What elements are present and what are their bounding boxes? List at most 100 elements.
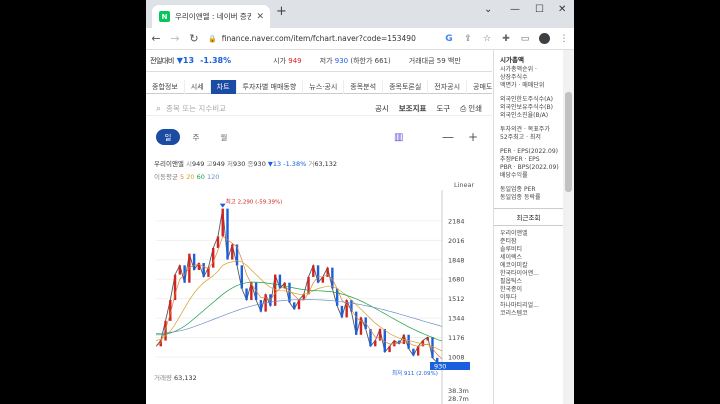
search-icon[interactable]: ⌕ [156,104,161,114]
candle [288,282,291,303]
market-cap-title: 시가총액 [500,56,524,64]
reload-icon[interactable]: ↻ [189,32,199,45]
y-tick-label: 1176 [448,334,465,342]
low-label: 저가 [319,56,333,65]
share-icon[interactable]: ⇪ [463,34,473,44]
price-chart[interactable]: 2184 2016 1848 1680 1512 1344 1176 1008 최고 2,290… [146,190,492,404]
new-tab-icon[interactable]: + [276,4,287,19]
recent-item[interactable]: 세이렉스 [500,254,563,262]
open-label: 시가 [273,56,287,65]
low-limit-note: (하한가 661) [350,56,391,65]
y-tick-label: 2016 [448,237,465,245]
ma20-label: 20 [186,173,195,181]
right-info-panel: 시가총액 시가총액순위 · 상장주식수 액면가 · 매매단위 외국인한도주식수(A)… [493,50,563,404]
page-content: 전일대비 ▼13 -1.38% 시가 949 저가 930 (하한가 661) … [146,50,574,404]
recent-item[interactable]: 필옵틱스 [500,278,563,286]
recent-item[interactable]: 한국타이어앤... [500,270,563,278]
print-icon[interactable]: ⎙ [460,104,466,114]
zoom-in-icon[interactable]: + [468,130,478,144]
candlestick-icon[interactable]: ▥ [394,132,403,143]
info-row: PER · EPS(2022.09) [500,148,559,155]
info-row: 동일업종 PER [500,186,536,193]
bookmark-icon[interactable]: ☆ [482,34,492,44]
tools-button[interactable]: 도구 [436,103,450,114]
close-tab-icon[interactable]: ✕ [256,12,264,22]
profile-avatar[interactable] [539,33,550,44]
info-row: 액면가 · 매매단위 [500,82,545,89]
minimize-icon[interactable]: — [510,4,520,15]
menu-icon[interactable]: ⋮ [559,34,569,44]
close-window-icon[interactable]: ✕ [558,4,566,15]
ohlc-info: 우리이앤엘 시949 고949 저930 종930 ▼13 -1.38% 거63… [154,158,337,168]
candle [283,282,286,289]
scrollbar[interactable] [563,50,574,404]
scale-selector[interactable]: Linear [454,181,474,189]
nav-tab[interactable]: 종목분석 [344,79,384,94]
recent-item[interactable]: 준티잠 [500,238,563,246]
volume-value: 63,132 [174,374,197,382]
address-bar[interactable]: 🔒 finance.naver.com/item/fchart.naver?co… [208,31,435,47]
recent-item[interactable]: 코리스템코 [500,310,563,318]
nav-tab[interactable]: 투자자별 매매동향 [237,79,304,94]
indicator-button[interactable]: 보조지표 [399,103,427,114]
info-row: 52주최고 · 최저 [500,134,541,141]
compare-search-input[interactable]: 종목 또는 지수비교 [166,103,375,114]
candle [226,208,229,260]
ma-line [156,281,443,342]
recent-list: 우리이앤엘 준티잠 솔루비티 세이렉스 에코이미칼 한국타이어앤... 필옵틱스 한국종이 이투… [494,230,563,318]
stock-summary: 전일대비 ▼13 -1.38% 시가 949 저가 930 (하한가 661) … [146,50,492,72]
candle [374,340,377,347]
candle [240,265,243,289]
scrollbar-thumb[interactable] [565,92,572,192]
candle [355,311,358,335]
volume-legend: 거래량 63,132 [154,372,197,382]
candle [407,334,410,349]
nav-tab[interactable]: 차트 [210,79,237,94]
browser-tab[interactable]: N 우리이앤엘 : 네이버 증권 ✕ [152,5,270,28]
info-row: 투자의견 · 목표주가 [500,126,550,133]
info-row: 추정PER · EPS [500,156,540,163]
recent-item[interactable]: 한국종이 [500,286,563,294]
recent-item[interactable]: 우리이앤엘 [500,230,563,238]
ma5-label: 5 [180,173,185,181]
extensions-icon[interactable]: ✚ [501,34,511,44]
nav-tab[interactable]: 전자공시 [428,79,468,94]
zoom-out-icon[interactable]: — [442,130,454,144]
nav-tab[interactable]: 뉴스·공시 [303,79,345,94]
maximize-icon[interactable]: ☐ [535,4,544,15]
recent-item[interactable]: 하나마티리얼... [500,302,563,310]
google-icon[interactable]: G [444,34,454,44]
sidepanel-icon[interactable]: ▭ [520,34,530,44]
nav-tab[interactable]: 종합정보 [146,79,185,94]
volume-tick-label: 38.3m [448,387,469,395]
nav-tab[interactable]: 시세 [185,79,211,94]
info-row: 외국인한도주식수(A) [500,96,553,103]
recent-item[interactable]: 이투다 [500,294,563,302]
nav-tab[interactable]: 종목토론실 [383,79,429,94]
back-icon[interactable]: ← [151,32,161,45]
candle [426,337,429,341]
low-value: 930 [334,56,349,65]
nav-tab[interactable]: 공매도현황 [467,80,492,94]
recent-item[interactable]: 에코이미칼 [500,262,563,270]
candle [388,346,391,353]
y-tick-label: 1680 [448,276,465,284]
chart-toolbar: ⌕ 종목 또는 지수비교 공시 보조지표 도구 ⎙ 인쇄 [146,102,492,116]
period-week-button[interactable]: 주 [184,129,208,145]
print-button[interactable]: 인쇄 [468,103,482,114]
turnover-label: 거래대금 [408,56,435,65]
market-cap-list: 시가총액순위 · 상장주식수 액면가 · 매매단위 [494,66,563,90]
recent-item[interactable]: 솔루비티 [500,246,563,254]
period-month-button[interactable]: 월 [212,129,236,145]
industry-list: 동일업종 PER 동일업종 등락률 [494,186,563,202]
period-day-button[interactable]: 일 [156,129,180,145]
disclosure-button[interactable]: 공시 [375,103,389,114]
forward-icon[interactable]: → [170,32,180,45]
candle [383,328,386,353]
info-row: 동일업종 등락률 [500,194,541,201]
candle [245,288,248,301]
info-row: 상장주식수 [500,74,528,81]
candle [192,253,196,270]
chevron-down-icon[interactable]: ⌄ [484,4,492,15]
change-val: ▼13 -1.38% [267,160,307,168]
